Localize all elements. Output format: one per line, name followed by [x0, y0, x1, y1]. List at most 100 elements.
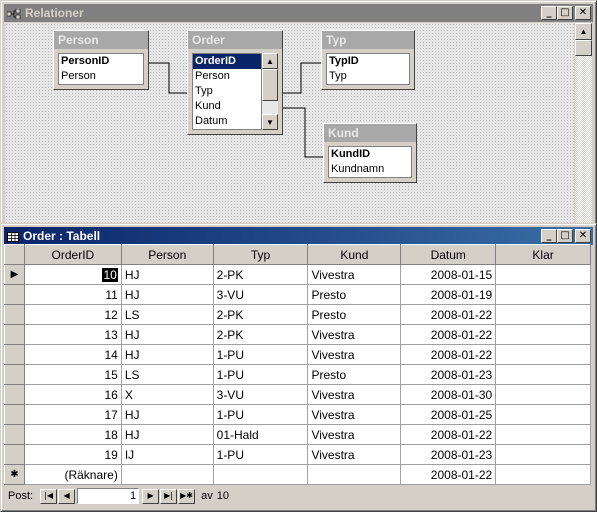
field-typ[interactable]: Typ [327, 69, 409, 84]
next-record-button[interactable]: ▶ [142, 488, 160, 504]
cell-person[interactable]: LS [120, 304, 214, 325]
last-record-button[interactable]: ▶| [160, 488, 178, 504]
field-person[interactable]: Person [59, 69, 143, 84]
cell-kund[interactable]: Presto [307, 284, 402, 305]
field-kundnamn[interactable]: Kundnamn [329, 162, 411, 177]
person-table-title[interactable]: Person [54, 31, 148, 49]
row-selector[interactable] [4, 324, 25, 345]
cell-kund[interactable] [307, 464, 402, 485]
typ-table-box[interactable]: Typ TypID Typ [321, 30, 415, 90]
cell-orderid[interactable]: 14 [23, 344, 122, 365]
cell-klar[interactable] [495, 324, 591, 345]
cell-typ[interactable]: 3-VU [212, 384, 309, 405]
cell-typ[interactable]: 1-PU [212, 344, 309, 365]
cell-typ[interactable]: 01-Hald [212, 424, 309, 445]
cell-kund[interactable]: Presto [307, 304, 402, 325]
cell-klar[interactable] [495, 264, 591, 285]
row-selector[interactable] [4, 384, 25, 405]
cell-typ[interactable]: 2-PK [212, 264, 309, 285]
cell-typ[interactable]: 1-PU [212, 444, 309, 465]
column-header-kund[interactable]: Kund [307, 244, 402, 265]
cell-typ[interactable]: 3-VU [212, 284, 309, 305]
order-scroll-thumb[interactable] [262, 69, 278, 101]
cell-klar[interactable] [495, 284, 591, 305]
cell-typ[interactable]: 1-PU [212, 364, 309, 385]
cell-kund[interactable]: Vivestra [307, 264, 402, 285]
datasheet-close-button[interactable]: ✕ [575, 229, 591, 243]
cell-datum[interactable]: 2008-01-15 [400, 264, 497, 285]
order-scroll-up[interactable]: ▲ [262, 53, 278, 69]
cell-orderid[interactable]: 16 [23, 384, 122, 405]
select-all-corner[interactable] [4, 244, 25, 265]
datasheet-maximize-button[interactable]: □ [557, 229, 573, 243]
cell-datum[interactable]: 2008-01-22 [400, 304, 497, 325]
column-header-klar[interactable]: Klar [495, 244, 591, 265]
field-datum[interactable]: Datum [193, 114, 261, 129]
first-record-button[interactable]: |◀ [40, 488, 58, 504]
cell-klar[interactable] [495, 384, 591, 405]
cell-person[interactable]: IJ [120, 444, 214, 465]
order-table-title[interactable]: Order [188, 31, 282, 49]
cell-klar[interactable] [495, 344, 591, 365]
cell-orderid-autonumber[interactable]: (Räknare) [23, 464, 122, 485]
cell-orderid[interactable]: 13 [23, 324, 122, 345]
cell-kund[interactable]: Vivestra [307, 444, 402, 465]
cell-datum-default[interactable]: 2008-01-22 [400, 464, 497, 485]
cell-orderid[interactable]: 11 [23, 284, 122, 305]
row-selector-current[interactable]: ▶ [4, 264, 25, 285]
cell-orderid[interactable]: 10 [23, 264, 122, 285]
row-selector[interactable] [4, 284, 25, 305]
cell-typ[interactable] [212, 464, 309, 485]
row-selector[interactable] [4, 344, 25, 365]
column-header-orderid[interactable]: OrderID [23, 244, 122, 265]
order-table-box[interactable]: Order OrderID Person Typ Kund Datum ▲ ▼ [187, 30, 283, 135]
row-selector[interactable] [4, 404, 25, 425]
row-selector[interactable] [4, 304, 25, 325]
cell-kund[interactable]: Vivestra [307, 384, 402, 405]
person-table-box[interactable]: Person PersonID Person [53, 30, 149, 90]
cell-klar[interactable] [495, 404, 591, 425]
cell-person[interactable]: HJ [120, 264, 214, 285]
cell-kund[interactable]: Vivestra [307, 344, 402, 365]
cell-datum[interactable]: 2008-01-22 [400, 424, 497, 445]
kund-table-box[interactable]: Kund KundID Kundnamn [323, 123, 417, 183]
column-header-person[interactable]: Person [120, 244, 214, 265]
kund-table-title[interactable]: Kund [324, 124, 416, 142]
cell-datum[interactable]: 2008-01-22 [400, 324, 497, 345]
cell-klar[interactable] [495, 464, 591, 485]
cell-typ[interactable]: 1-PU [212, 404, 309, 425]
cell-kund[interactable]: Vivestra [307, 424, 402, 445]
cell-person[interactable]: HJ [120, 424, 214, 445]
field-typ[interactable]: Typ [193, 84, 261, 99]
cell-person[interactable]: HJ [120, 324, 214, 345]
cell-datum[interactable]: 2008-01-30 [400, 384, 497, 405]
cell-orderid[interactable]: 15 [23, 364, 122, 385]
order-scroll-down[interactable]: ▼ [262, 114, 278, 130]
order-field-scrollbar[interactable]: ▲ ▼ [262, 53, 278, 130]
cell-kund[interactable]: Vivestra [307, 404, 402, 425]
new-record-button[interactable]: ▶✱ [178, 488, 196, 504]
cell-klar[interactable] [495, 424, 591, 445]
cell-orderid[interactable]: 18 [23, 424, 122, 445]
cell-person[interactable]: HJ [120, 284, 214, 305]
cell-datum[interactable]: 2008-01-19 [400, 284, 497, 305]
cell-person[interactable] [120, 464, 214, 485]
cell-klar[interactable] [495, 444, 591, 465]
cell-orderid[interactable]: 19 [23, 444, 122, 465]
cell-orderid[interactable]: 12 [23, 304, 122, 325]
field-typid[interactable]: TypID [327, 54, 409, 69]
field-kundid[interactable]: KundID [329, 147, 411, 162]
cell-kund[interactable]: Vivestra [307, 324, 402, 345]
field-orderid[interactable]: OrderID [193, 54, 261, 69]
cell-klar[interactable] [495, 364, 591, 385]
new-record-selector[interactable]: ✱ [4, 464, 25, 485]
cell-klar[interactable] [495, 304, 591, 325]
field-personid[interactable]: PersonID [59, 54, 143, 69]
field-person[interactable]: Person [193, 69, 261, 84]
cell-person[interactable]: LS [120, 364, 214, 385]
cell-orderid[interactable]: 17 [23, 404, 122, 425]
cell-person[interactable]: HJ [120, 404, 214, 425]
datasheet-minimize-button[interactable]: _ [541, 229, 557, 243]
column-header-datum[interactable]: Datum [400, 244, 497, 265]
datasheet-titlebar[interactable]: Order : Tabell _ □ ✕ [4, 227, 593, 245]
